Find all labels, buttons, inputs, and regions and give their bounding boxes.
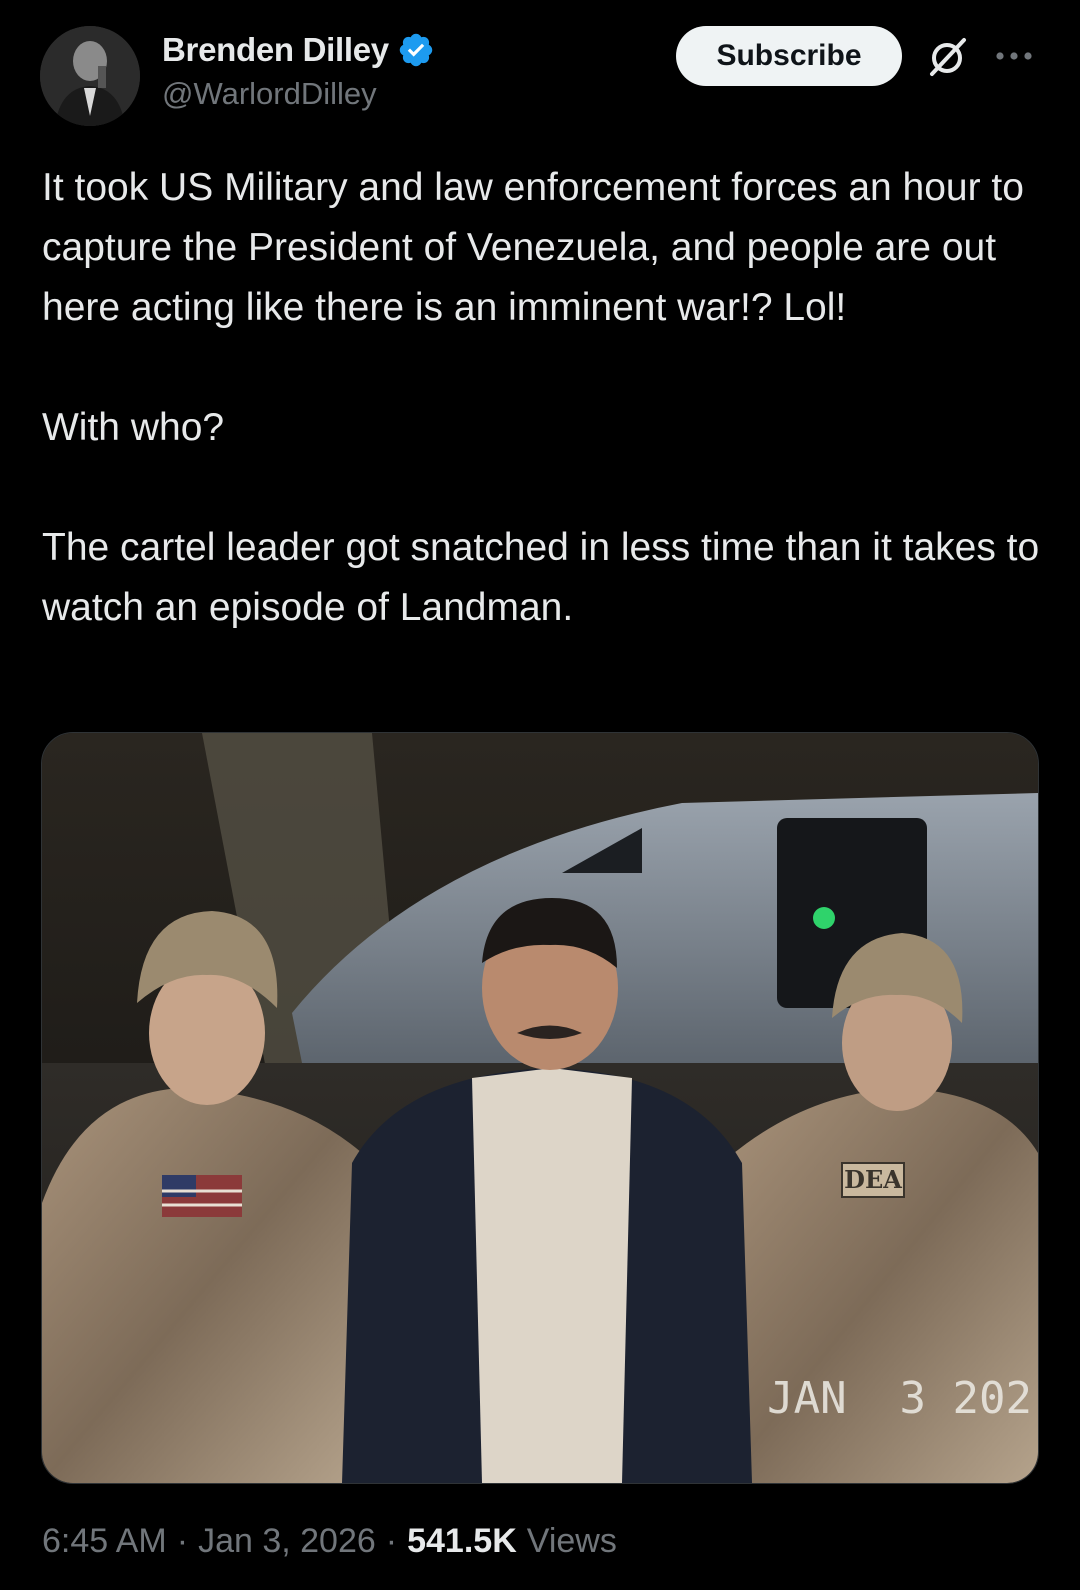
tweet-text: It took US Military and law enforcement … <box>42 158 1042 638</box>
tweet-paragraph: With who? <box>42 406 225 449</box>
tweet-header: Brenden Dilley @WarlordDilley Subscribe <box>0 0 1080 140</box>
display-name[interactable]: Brenden Dilley <box>162 31 389 69</box>
tweet-time[interactable]: 6:45 AM <box>42 1522 167 1561</box>
tweet-paragraph: It took US Military and law enforcement … <box>42 166 1024 329</box>
tweet-meta: 6:45 AM · Jan 3, 2026 · 541.5K Views <box>42 1522 617 1561</box>
avatar[interactable] <box>40 26 140 126</box>
author-info: Brenden Dilley @WarlordDilley <box>162 28 435 112</box>
views-count[interactable]: 541.5K <box>407 1522 517 1561</box>
display-name-row: Brenden Dilley <box>162 28 435 72</box>
author-handle[interactable]: @WarlordDilley <box>162 76 435 112</box>
subscribe-button[interactable]: Subscribe <box>676 26 902 86</box>
tweet-date[interactable]: Jan 3, 2026 <box>198 1522 376 1561</box>
meta-separator: · <box>385 1522 398 1560</box>
date-stamp: JAN 3 202 <box>767 1373 1032 1424</box>
tweet-photo[interactable]: DEA JAN 3 202 <box>41 732 1039 1484</box>
meta-separator: · <box>176 1522 189 1560</box>
dea-patch-text: DEA <box>844 1165 902 1194</box>
verified-badge-icon <box>399 33 433 67</box>
views-label: Views <box>526 1522 617 1560</box>
more-horizontal-icon[interactable] <box>992 36 1036 76</box>
tweet-paragraph: The cartel leader got snatched in less t… <box>42 526 1040 629</box>
grok-icon[interactable] <box>924 32 972 80</box>
